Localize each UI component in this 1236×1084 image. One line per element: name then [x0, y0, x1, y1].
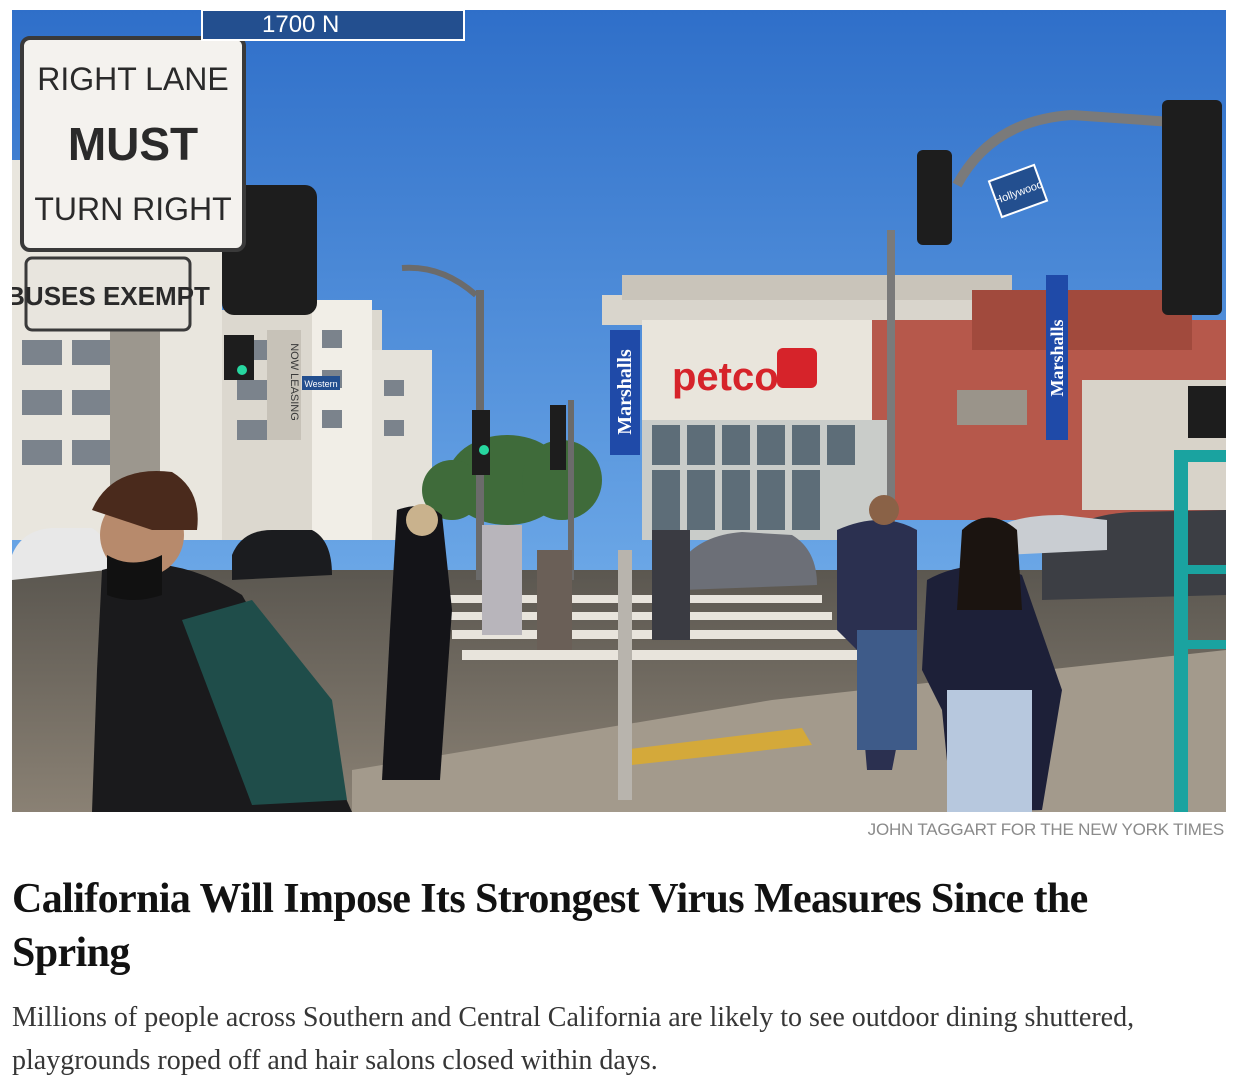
marshalls-sign-right-text: Marshalls — [1047, 319, 1067, 396]
right-lane-line2: MUST — [68, 118, 198, 170]
petco-building: petco Marshalls Marshalls — [602, 275, 1226, 540]
article-photo[interactable]: NOW LEASING petco Marshalls Marshalls RI… — [12, 10, 1226, 812]
article-headline[interactable]: California Will Impose Its Strongest Vir… — [12, 872, 1212, 980]
photo-credit: JOHN TAGGART FOR THE NEW YORK TIMES — [867, 820, 1225, 839]
right-lane-line1: RIGHT LANE — [37, 61, 228, 97]
marshalls-sign-left-text: Marshalls — [614, 349, 636, 435]
street-scene-image: NOW LEASING petco Marshalls Marshalls RI… — [12, 10, 1226, 812]
petco-logo-icon — [777, 348, 817, 388]
street-name-text: 1700 N — [262, 11, 339, 38]
right-lane-line3: TURN RIGHT — [34, 191, 231, 227]
article-summary: Millions of people across Southern and C… — [12, 1002, 1135, 1076]
buses-exempt-text: BUSES EXEMPT — [12, 281, 210, 311]
petco-sign: petco — [672, 355, 779, 399]
now-leasing-banner: NOW LEASING — [288, 343, 300, 421]
western-sign-text: Western — [304, 379, 337, 389]
